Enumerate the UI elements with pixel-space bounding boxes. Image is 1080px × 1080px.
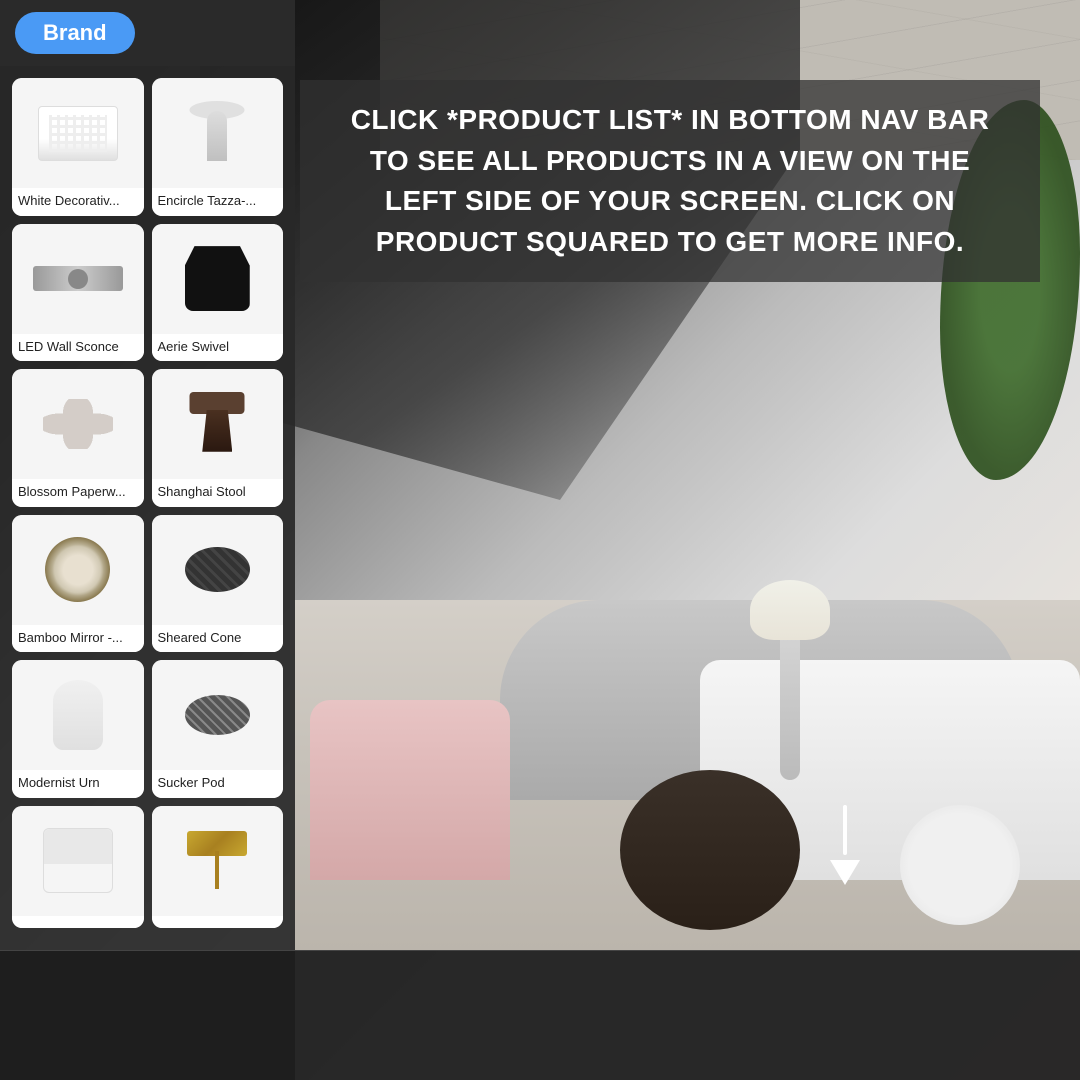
product-thumb-p9 — [12, 660, 144, 770]
product-name-p10: Sucker Pod — [152, 770, 284, 798]
instruction-text: CLICK *PRODUCT LIST* IN BOTTOM NAV BAR T… — [351, 104, 990, 257]
product-name-p9: Modernist Urn — [12, 770, 144, 798]
product-thumb-p7 — [12, 515, 144, 625]
product-name-p8: Sheared Cone — [152, 625, 284, 653]
product-thumb-p5 — [12, 369, 144, 479]
sidebar: Brand White Decorativ... Encircle Tazza-… — [0, 0, 295, 1080]
product-item-p2[interactable]: Encircle Tazza-... — [152, 78, 284, 216]
product-item-p6[interactable]: Shanghai Stool — [152, 369, 284, 507]
product-item-p8[interactable]: Sheared Cone — [152, 515, 284, 653]
product-name-p11 — [12, 916, 144, 928]
product-thumb-p10 — [152, 660, 284, 770]
product-item-p4[interactable]: Aerie Swivel — [152, 224, 284, 362]
arrow-indicator — [820, 805, 870, 885]
side-table — [900, 805, 1020, 925]
pink-chair — [310, 700, 510, 880]
product-thumb-p12 — [152, 806, 284, 916]
brand-button[interactable]: Brand — [15, 12, 135, 54]
coffee-table — [620, 770, 800, 930]
floor-lamp — [780, 580, 800, 780]
product-name-p7: Bamboo Mirror -... — [12, 625, 144, 653]
product-grid: White Decorativ... Encircle Tazza-... LE… — [0, 66, 295, 940]
product-name-p2: Encircle Tazza-... — [152, 188, 284, 216]
product-item-p1[interactable]: White Decorativ... — [12, 78, 144, 216]
product-thumb-p6 — [152, 369, 284, 479]
bottom-nav — [0, 950, 1080, 1080]
product-thumb-p8 — [152, 515, 284, 625]
product-item-p10[interactable]: Sucker Pod — [152, 660, 284, 798]
product-thumb-p11 — [12, 806, 144, 916]
product-item-p12[interactable] — [152, 806, 284, 928]
product-thumb-p1 — [12, 78, 144, 188]
product-name-p3: LED Wall Sconce — [12, 334, 144, 362]
product-thumb-p3 — [12, 224, 144, 334]
product-item-p9[interactable]: Modernist Urn — [12, 660, 144, 798]
product-item-p7[interactable]: Bamboo Mirror -... — [12, 515, 144, 653]
product-item-p3[interactable]: LED Wall Sconce — [12, 224, 144, 362]
product-thumb-p4 — [152, 224, 284, 334]
sidebar-header: Brand — [0, 0, 295, 66]
product-name-p6: Shanghai Stool — [152, 479, 284, 507]
product-thumb-p2 — [152, 78, 284, 188]
product-name-p4: Aerie Swivel — [152, 334, 284, 362]
product-item-p5[interactable]: Blossom Paperw... — [12, 369, 144, 507]
product-name-p12 — [152, 916, 284, 928]
product-name-p1: White Decorativ... — [12, 188, 144, 216]
product-item-p11[interactable] — [12, 806, 144, 928]
instruction-overlay: CLICK *PRODUCT LIST* IN BOTTOM NAV BAR T… — [300, 80, 1040, 282]
product-name-p5: Blossom Paperw... — [12, 479, 144, 507]
